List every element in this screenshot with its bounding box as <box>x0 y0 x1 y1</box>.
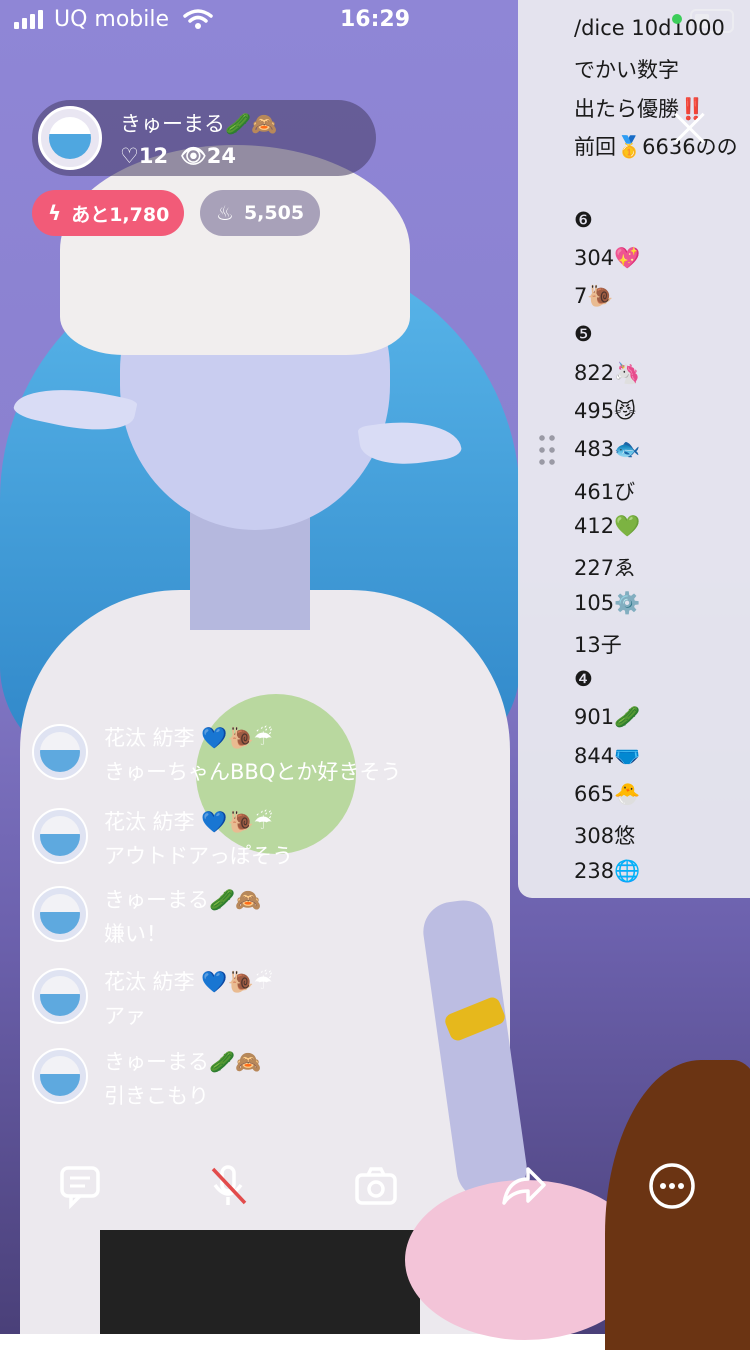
wifi-icon <box>183 9 213 29</box>
fire-count: 5,505 <box>243 202 305 224</box>
commenter-avatar[interactable] <box>32 724 88 780</box>
commenter-avatar[interactable] <box>32 808 88 864</box>
commenter-avatar[interactable] <box>32 1048 88 1104</box>
dice-panel-line: 304💖 <box>574 245 641 270</box>
remaining-points-pill[interactable]: ϟ あと1,780 <box>32 190 184 236</box>
dice-panel-line: 7🐌 <box>574 284 614 309</box>
lightning-icon: ϟ <box>48 201 62 225</box>
comment-button[interactable] <box>54 1160 106 1212</box>
dice-panel-line: 227ゑ <box>574 556 636 581</box>
host-name: きゅーまる🥒🙈 <box>120 112 278 136</box>
dice-panel-line: 901🥒 <box>574 705 641 730</box>
share-button[interactable] <box>498 1160 550 1212</box>
dice-panel-line: 412💚 <box>574 513 641 538</box>
more-icon <box>649 1163 695 1209</box>
host-stats: ♡12 👁24 <box>120 144 236 169</box>
comment-text: きゅーちゃんBBQとか好きそう <box>104 760 402 784</box>
dice-panel-line: 844🩲 <box>574 743 641 768</box>
commenter-avatar[interactable] <box>32 968 88 1024</box>
dice-panel-line: でかい数字 <box>574 58 679 83</box>
comment-text: 引きこもり <box>104 1084 209 1108</box>
viewer-count: 👁24 <box>180 144 236 168</box>
carrier-label: UQ mobile <box>54 7 170 32</box>
recording-dot <box>672 14 682 24</box>
mic-off-icon <box>211 1165 247 1205</box>
fire-count-pill[interactable]: ♨ 5,505 <box>200 190 320 236</box>
comment-text: アウトドアっぽそう <box>104 844 293 868</box>
dice-panel-line: 665🐣 <box>574 782 641 806</box>
share-icon <box>502 1167 546 1205</box>
comment-icon <box>60 1166 100 1209</box>
mic-toggle-button[interactable] <box>202 1160 254 1212</box>
dice-panel-line: 461び <box>574 479 636 504</box>
dice-panel-line: 105⚙️ <box>574 590 641 615</box>
dice-panel-line: 495😼 <box>574 399 636 423</box>
camera-icon <box>355 1167 397 1205</box>
close-icon[interactable] <box>672 110 708 146</box>
dice-panel-line: 308悠 <box>574 824 636 849</box>
host-avatar[interactable] <box>38 106 102 170</box>
host-card[interactable]: きゅーまる🥒🙈 ♡12 👁24 <box>32 100 376 176</box>
commenter-name: きゅーまる🥒🙈 <box>104 888 262 912</box>
remaining-points: あと1,780 <box>71 203 170 226</box>
dice-panel-line: ❻ <box>574 207 593 232</box>
dice-panel-line: 483🐟 <box>574 437 641 462</box>
dice-panel-line: 822🦄 <box>574 360 641 385</box>
avatar-cap <box>60 145 410 355</box>
dice-panel-line: ❺ <box>574 322 593 347</box>
commenter-name: 花汰 紡李 💙🐌☔ <box>104 970 273 994</box>
commenter-name: きゅーまる🥒🙈 <box>104 1050 262 1074</box>
comment-text: 嫌い！ <box>104 922 167 946</box>
commenter-name: 花汰 紡李 💙🐌☔ <box>104 810 273 834</box>
dice-panel-line: /dice 10d1000 <box>574 16 725 40</box>
comment-text: アァ <box>104 1004 146 1028</box>
camera-button[interactable] <box>350 1160 402 1212</box>
more-button[interactable] <box>646 1160 698 1212</box>
fire-icon: ♨ <box>216 201 234 225</box>
dice-panel-line: 13子 <box>574 632 622 657</box>
dice-panel-line: 前回🥇6636のの <box>574 134 738 159</box>
dice-panel-line: 238🌐 <box>574 858 641 883</box>
commenter-name: 花汰 紡李 💙🐌☔ <box>104 726 273 750</box>
clock: 16:29 <box>340 7 411 32</box>
signal-icon <box>14 10 43 29</box>
like-count: ♡12 <box>120 144 169 168</box>
commenter-avatar[interactable] <box>32 886 88 942</box>
drag-handle-icon[interactable] <box>537 432 557 468</box>
dice-panel-line: ❹ <box>574 667 593 692</box>
avatar-pants <box>100 1230 420 1334</box>
